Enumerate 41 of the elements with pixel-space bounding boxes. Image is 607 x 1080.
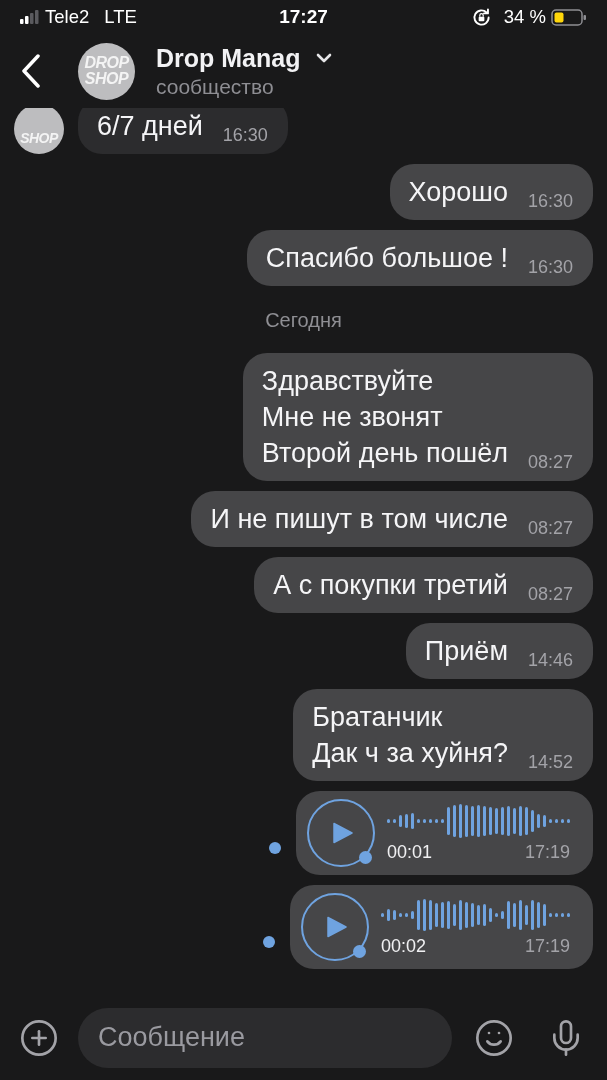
play-button[interactable] [307,799,375,867]
message-text: Хорошо [408,176,508,209]
date-label: Сегодня [265,307,342,332]
carrier-name: Tele2 [45,6,90,28]
message-time: 08:27 [527,517,573,540]
add-attachment-button[interactable] [19,1017,59,1058]
play-button[interactable] [301,893,369,961]
message-time: 16:30 [527,190,573,213]
rotation-lock-icon [471,7,491,27]
plus-circle-icon [19,1017,59,1058]
message-text: А с покупки третий [273,569,508,602]
play-icon [333,822,353,844]
message-time: 08:27 [527,583,573,606]
message-time: 17:19 [524,935,570,957]
chat-title-button[interactable]: Drop Manag [156,42,333,73]
network-type: LTE [104,6,137,28]
message-time: 16:30 [527,256,573,279]
message-time: 08:27 [527,451,573,474]
voice-duration: 00:02 [381,935,427,957]
message-time: 14:52 [527,751,573,774]
chevron-down-icon [316,52,333,63]
clock-time: 17:27 [279,6,328,28]
signal-icon [20,10,39,24]
message-text: И не пишут в том числе [210,503,508,536]
message-time: 14:46 [527,649,573,672]
emoji-button[interactable] [474,1017,514,1058]
message-text: Братанчик Дак ч за хуйня? [312,701,508,770]
message-time: 16:30 [222,124,268,147]
message-text: Здравствуйте Мне не звонят Второй день пошёл [261,365,508,470]
battery-icon [551,8,587,26]
chevron-left-icon [21,54,41,88]
play-icon [327,916,347,938]
message-text: Спасибо большое ! [265,242,508,275]
smiley-icon [474,1017,514,1058]
message-text: 6/7 дней [97,110,203,143]
battery-percent: 34 % [503,6,546,28]
message-time: 17:19 [524,841,570,863]
voice-duration: 00:01 [387,841,433,863]
chat-subtitle: сообщество [156,73,275,100]
message-text: Приём [424,635,508,668]
message-input[interactable]: Сообщение [78,1007,452,1068]
